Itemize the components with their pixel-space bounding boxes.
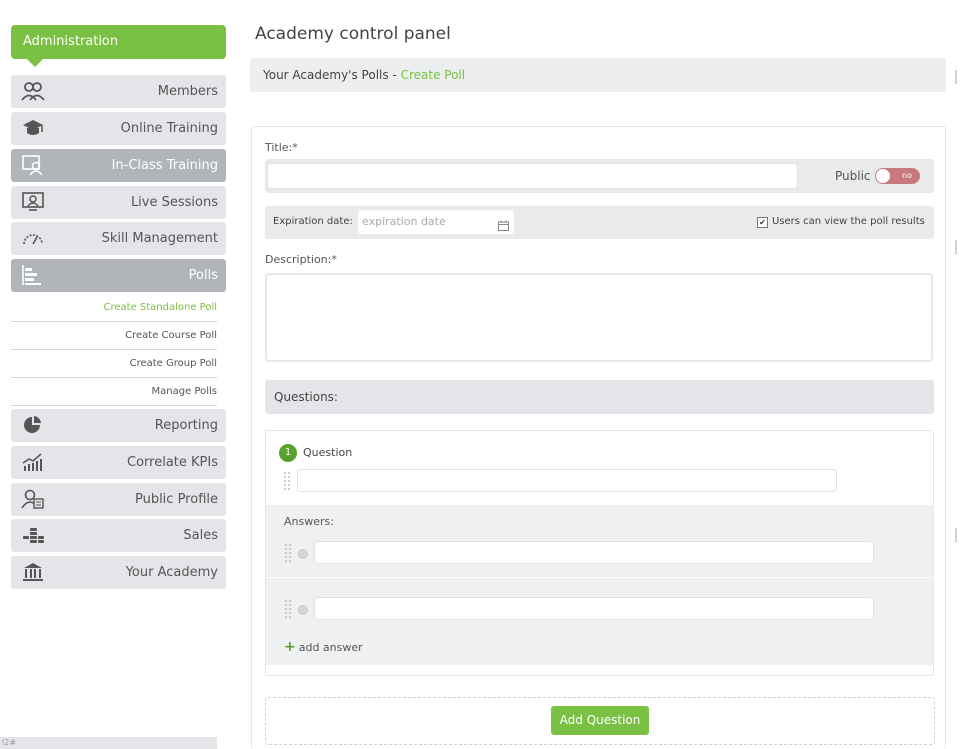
view-results-label: Users can view the poll results [772, 216, 925, 227]
expiration-date-input[interactable]: expiration date [358, 210, 514, 234]
breadcrumb: Your Academy's Polls - Create Poll [250, 58, 947, 92]
trend-chart-icon [21, 451, 45, 473]
divider [266, 577, 933, 578]
add-question-area: Add Question [265, 697, 935, 745]
gauge-icon [21, 227, 45, 249]
sidebar-item-public-profile[interactable]: Public Profile [11, 483, 226, 516]
view-results-option[interactable]: ✔ Users can view the poll results [757, 216, 925, 228]
sidebar-item-label: Public Profile [134, 492, 218, 507]
sidebar-item-your-academy[interactable]: Your Academy [11, 556, 226, 589]
public-toggle[interactable]: no [875, 168, 920, 184]
drag-handle-icon[interactable] [283, 471, 291, 491]
toggle-state: no [902, 171, 912, 180]
institution-icon [21, 561, 45, 583]
sidebar-item-online-training[interactable]: Online Training [11, 112, 226, 145]
scroll-marker [955, 240, 957, 254]
pie-chart-icon [21, 414, 45, 436]
add-answer-button[interactable]: + add answer [284, 639, 363, 655]
question-label: Question [303, 446, 353, 459]
sidebar-item-label: Online Training [120, 121, 218, 136]
drag-handle-icon[interactable] [284, 543, 292, 563]
subitem-create-standalone-poll[interactable]: Create Standalone Poll [11, 294, 217, 322]
sidebar-item-members[interactable]: Members [11, 75, 226, 108]
add-answer-label: add answer [298, 641, 363, 654]
toggle-knob [876, 169, 890, 183]
sidebar-item-correlate-kpis[interactable]: Correlate KPIs [11, 446, 226, 479]
title-row: Public no [265, 159, 934, 193]
sidebar-item-in-class-training[interactable]: In-Class Training [11, 149, 226, 182]
description-textarea[interactable] [265, 273, 933, 362]
window-edge [946, 0, 960, 749]
webcam-presenter-icon [21, 191, 45, 213]
add-question-button[interactable]: Add Question [551, 706, 649, 735]
subitem-create-course-poll[interactable]: Create Course Poll [11, 322, 217, 350]
subitem-create-group-poll[interactable]: Create Group Poll [11, 350, 217, 378]
breadcrumb-link-create-poll[interactable]: Create Poll [401, 68, 466, 82]
status-footer: l2# [0, 737, 217, 749]
sidebar-item-label: Your Academy [125, 565, 218, 580]
answers-label: Answers: [284, 515, 334, 528]
poll-form: Title:* Public no Expiration date: expir… [251, 126, 946, 749]
graduation-cap-icon [21, 117, 45, 139]
question-card: 1 Question Answers: + add answer [265, 430, 934, 676]
sidebar-item-label: In-Class Training [111, 158, 218, 173]
poll-bars-icon [21, 264, 45, 286]
answer-input-2[interactable] [314, 597, 874, 620]
calendar-icon[interactable] [498, 216, 509, 231]
sidebar-item-label: Reporting [154, 418, 218, 433]
sidebar-item-label: Correlate KPIs [127, 455, 218, 470]
sidebar-item-polls[interactable]: Polls [11, 259, 226, 292]
coins-icon [21, 524, 45, 546]
sidebar-item-reporting[interactable]: Reporting [11, 409, 226, 442]
answer-row-2: + add answer [266, 579, 933, 665]
sidebar: Administration Members Online Training I… [0, 0, 240, 749]
title-input[interactable] [267, 163, 798, 189]
sidebar-item-sales[interactable]: Sales [11, 519, 226, 552]
sidebar-item-live-sessions[interactable]: Live Sessions [11, 186, 226, 219]
members-icon [21, 80, 45, 102]
sidebar-item-label: Live Sessions [130, 195, 218, 210]
administration-header[interactable]: Administration [11, 25, 226, 67]
answer-radio[interactable] [298, 549, 308, 559]
sidebar-item-skill-management[interactable]: Skill Management [11, 222, 226, 255]
drag-handle-icon[interactable] [284, 599, 292, 619]
main-content: Academy control panel Your Academy's Pol… [250, 0, 960, 749]
question-number-badge: 1 [279, 444, 297, 462]
question-input[interactable] [297, 469, 837, 492]
expiration-row: Expiration date: expiration date ✔ Users … [265, 206, 934, 239]
breadcrumb-prefix: Your Academy's Polls - [263, 68, 401, 82]
sidebar-item-label: Polls [188, 268, 218, 283]
expiration-label: Expiration date: [273, 216, 353, 227]
title-label: Title:* [265, 141, 298, 154]
expiration-placeholder: expiration date [362, 215, 446, 228]
classroom-icon [21, 154, 45, 176]
answer-radio[interactable] [298, 605, 308, 615]
plus-icon: + [284, 639, 296, 655]
scroll-marker [955, 528, 957, 542]
view-results-checkbox[interactable]: ✔ [757, 217, 768, 228]
profile-card-icon [21, 488, 45, 510]
answer-input-1[interactable] [314, 541, 874, 564]
public-label: Public [835, 169, 871, 183]
page-title: Academy control panel [255, 24, 451, 44]
questions-header: Questions: [265, 380, 934, 414]
sidebar-item-label: Skill Management [101, 231, 218, 246]
sidebar-item-label: Members [157, 84, 218, 99]
scroll-marker [955, 70, 957, 84]
sidebar-item-label: Sales [183, 528, 218, 543]
subitem-manage-polls[interactable]: Manage Polls [11, 378, 217, 406]
description-label: Description:* [265, 253, 337, 266]
